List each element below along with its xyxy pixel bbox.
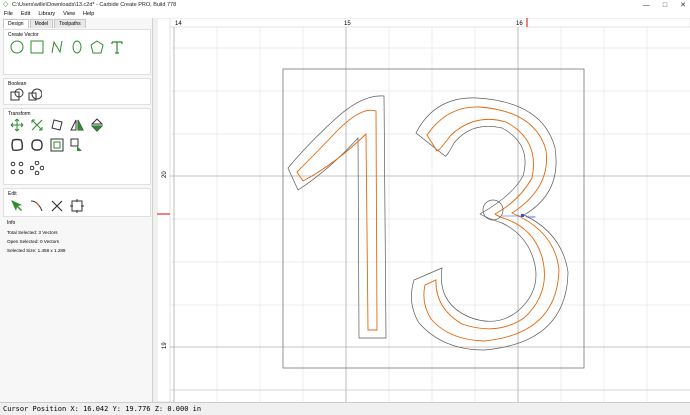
menu-help[interactable]: Help [83,11,94,17]
trim-icon[interactable] [30,199,44,213]
curve-tool-icon[interactable] [50,40,64,54]
cut-icon[interactable] [50,199,64,213]
window-title: C:\Users\wille\Downloads\13.c2d* - Carbi… [12,2,177,8]
edit-title: Edit [8,191,17,197]
rotate-icon[interactable] [50,118,64,132]
ruler-label-19: 19 [162,342,168,349]
selected-node-marker[interactable] [521,214,524,217]
circle-tool-icon[interactable] [10,40,24,54]
selected-size-text: Selected Size: 1.458 x 1.289 [7,248,66,253]
cursor-position-text: Cursor Position X: 16.042 Y: 19.776 Z: 0… [3,405,202,413]
ruler-label-15: 15 [344,21,351,27]
menu-bar: File Edit Library View Help [0,10,690,18]
digit-three-center-loop[interactable] [482,199,504,221]
align-icon[interactable] [70,138,84,152]
digit-one-toolpath[interactable] [296,109,378,331]
design-canvas[interactable]: 14 15 16 20 19 Node [156,17,690,403]
close-icon[interactable]: ✕ [680,1,686,9]
minimize-icon[interactable]: — [643,2,650,9]
tab-toolpaths[interactable]: Toolpaths [54,19,86,28]
maximize-icon[interactable]: □ [663,2,667,9]
node-label: Node [526,214,536,219]
inset-icon[interactable] [50,138,64,152]
boolean-union-icon[interactable] [10,88,24,102]
top-ruler [156,17,690,28]
ruler-label-20: 20 [162,171,168,178]
open-selected-text: Open Selected: 0 Vectors [7,239,60,244]
edit-panel: Edit [3,188,151,217]
ruler-label-16: 16 [516,21,523,27]
menu-library[interactable]: Library [38,11,55,17]
node-edit-icon[interactable] [10,199,24,213]
canvas-grid [170,27,690,402]
ellipse-tool-icon[interactable] [70,40,84,54]
array-grid-icon[interactable] [10,161,24,175]
move-icon[interactable] [10,118,24,132]
ruler-label-14: 14 [175,21,182,27]
boolean-title: Boolean [8,81,27,87]
major-gridlines [170,27,690,402]
digit-one-offset[interactable] [287,95,387,339]
menu-edit[interactable]: Edit [21,11,30,17]
scale-icon[interactable] [30,118,44,132]
digit-three-offset[interactable] [411,97,569,351]
boolean-panel: Boolean [3,78,151,105]
create-vector-title: Create Vector [8,32,39,38]
create-vector-panel: Create Vector [3,29,151,75]
tab-design[interactable]: Design [3,19,29,28]
offset-icon[interactable] [10,138,24,152]
design-tabs: Design Model Toolpaths [3,19,152,28]
fillet-icon[interactable] [30,138,44,152]
status-bar: Cursor Position X: 16.042 Y: 19.776 Z: 0… [0,402,690,414]
array-circular-icon[interactable] [29,160,45,176]
menu-file[interactable]: File [4,11,13,17]
canvas-svg[interactable]: 14 15 16 20 19 Node [156,17,690,403]
left-sidebar: Design Model Toolpaths Create Vector Boo… [0,18,153,402]
info-title: Info [7,220,16,226]
info-panel: Info Total Selected: 3 Vectors Open Sele… [3,218,151,253]
tab-model[interactable]: Model [29,19,54,28]
bounding-box-icon[interactable] [70,199,84,213]
stock-outline[interactable] [282,68,585,369]
title-bar: ◇ C:\Users\wille\Downloads\13.c2d* - Car… [0,0,690,10]
polygon-tool-icon[interactable] [90,40,104,54]
flip-icon[interactable] [90,118,104,132]
mirror-icon[interactable] [70,118,84,132]
menu-view[interactable]: View [63,11,75,17]
rectangle-tool-icon[interactable] [30,40,44,54]
transform-panel: Transform [3,108,151,185]
total-selected-text: Total Selected: 3 Vectors [7,230,58,235]
text-tool-icon[interactable] [110,40,124,54]
boolean-subtract-icon[interactable] [28,88,43,102]
app-logo-icon: ◇ [3,1,9,8]
